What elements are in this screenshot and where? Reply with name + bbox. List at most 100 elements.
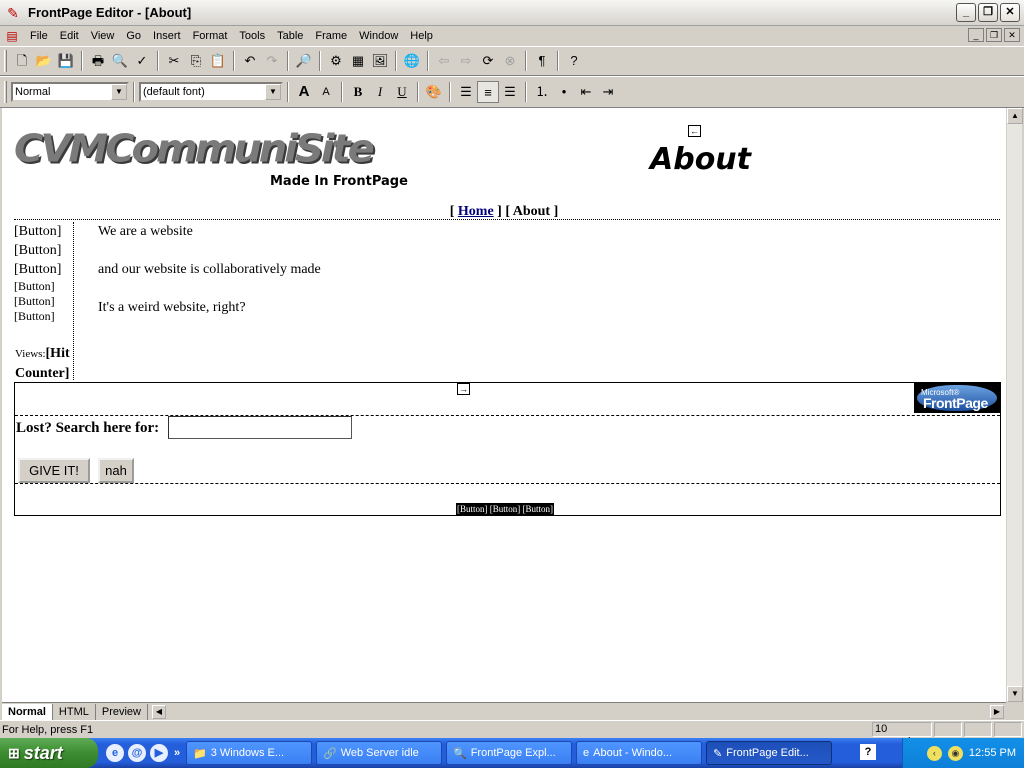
numbered-list-icon[interactable]: ⒈ — [531, 81, 553, 103]
chevron-down-icon[interactable]: ▼ — [265, 84, 281, 100]
refresh-icon[interactable]: ⟳ — [477, 50, 499, 72]
vertical-scrollbar[interactable]: ▲ ▼ — [1006, 108, 1023, 702]
print-icon[interactable]: 🖶 — [87, 50, 109, 72]
task-web-server[interactable]: 🔗 Web Server idle — [316, 741, 442, 765]
toolbar-grip[interactable] — [4, 50, 7, 72]
menu-view[interactable]: View — [85, 26, 121, 46]
nav-button-placeholder[interactable]: [Button] — [14, 260, 73, 279]
back-icon[interactable]: ⇦ — [433, 50, 455, 72]
close-button[interactable]: ✕ — [1000, 3, 1020, 22]
nav-link-home[interactable]: Home — [458, 204, 494, 219]
quick-launch: e @ ▶ » — [106, 744, 182, 762]
media-player-icon[interactable]: ▶ — [150, 744, 168, 762]
paragraph: and our website is collaboratively made — [98, 262, 321, 277]
copy-icon[interactable]: ⎘ — [185, 50, 207, 72]
chevron-down-icon[interactable]: ▼ — [111, 84, 127, 100]
new-icon[interactable]: 🗋 — [11, 50, 33, 72]
nav-button-placeholder[interactable]: [Button] — [14, 279, 73, 294]
align-center-icon[interactable]: ≡ — [477, 81, 499, 103]
nav-button-placeholder[interactable]: [Button] — [14, 294, 73, 309]
hyperlink-icon[interactable]: 🌐 — [401, 50, 423, 72]
underline-button[interactable]: U — [391, 81, 413, 103]
align-right-icon[interactable]: ☰ — [499, 81, 521, 103]
editor-canvas[interactable]: CVMCommuniSite Made In FrontPage ← About… — [2, 108, 1006, 702]
toolbar-grip[interactable] — [4, 81, 7, 103]
menu-file[interactable]: File — [24, 26, 54, 46]
print-preview-icon[interactable]: 🔍 — [109, 50, 131, 72]
start-button[interactable]: ⊞ start — [0, 738, 98, 768]
menu-go[interactable]: Go — [120, 26, 147, 46]
tab-html[interactable]: HTML — [53, 703, 96, 720]
bulleted-list-icon[interactable]: • — [553, 81, 575, 103]
forward-icon[interactable]: ⇨ — [455, 50, 477, 72]
tray-status-icon[interactable]: ◉ — [947, 745, 963, 761]
undo-icon[interactable]: ↶ — [239, 50, 261, 72]
tray-arrow-icon[interactable]: ‹ — [926, 745, 942, 761]
align-left-icon[interactable]: ☰ — [455, 81, 477, 103]
menu-table[interactable]: Table — [271, 26, 309, 46]
show-formatting-marks-icon[interactable]: ¶ — [531, 50, 553, 72]
nav-button-placeholder[interactable]: [Button] — [14, 241, 73, 260]
insert-webbot-icon[interactable]: ⚙ — [325, 50, 347, 72]
restore-button[interactable]: ❐ — [978, 3, 998, 22]
back-arrow-icon[interactable]: ← — [688, 125, 701, 137]
scroll-right-icon[interactable]: ▶ — [990, 705, 1004, 719]
style-dropdown[interactable]: Normal ▼ — [11, 82, 129, 102]
menu-insert[interactable]: Insert — [147, 26, 187, 46]
bold-button[interactable]: B — [347, 81, 369, 103]
italic-button[interactable]: I — [369, 81, 391, 103]
doc-close-button[interactable]: ✕ — [1004, 28, 1020, 42]
spelling-icon[interactable]: ✓ — [131, 50, 153, 72]
task-frontpage-editor[interactable]: ✎ FrontPage Edit... — [706, 741, 832, 765]
menu-window[interactable]: Window — [353, 26, 404, 46]
submit-button[interactable]: GIVE IT! — [18, 458, 90, 483]
frontpage-app-icon[interactable]: ✎ — [4, 4, 22, 22]
paste-icon[interactable]: 📋 — [207, 50, 229, 72]
download-time: 10 seconds — [872, 722, 932, 748]
stop-icon[interactable]: ⊗ — [499, 50, 521, 72]
scroll-left-icon[interactable]: ◀ — [151, 704, 166, 719]
scroll-down-icon[interactable]: ▼ — [1007, 686, 1023, 702]
nav-button-placeholder[interactable]: [Button] — [14, 222, 73, 241]
task-windows-explorer[interactable]: 📁 3 Windows E... — [186, 741, 312, 765]
quick-launch-chevron-icon[interactable]: » — [172, 744, 182, 762]
tab-preview[interactable]: Preview — [96, 703, 148, 720]
task-frontpage-explorer[interactable]: 🔍 FrontPage Expl... — [446, 741, 572, 765]
menu-help[interactable]: Help — [404, 26, 439, 46]
increase-indent-icon[interactable]: ⇥ — [597, 81, 619, 103]
menu-tools[interactable]: Tools — [233, 26, 271, 46]
minimize-button[interactable]: _ — [956, 3, 976, 22]
increase-font-icon[interactable]: A — [293, 81, 315, 103]
insert-image-icon[interactable]: 🖼 — [369, 50, 391, 72]
tab-normal[interactable]: Normal — [2, 703, 53, 720]
show-explorer-icon[interactable]: 🔎 — [293, 50, 315, 72]
internet-explorer-icon[interactable]: e — [106, 744, 124, 762]
font-dropdown[interactable]: (default font) ▼ — [139, 82, 283, 102]
redo-icon[interactable]: ↷ — [261, 50, 283, 72]
help-pointer-icon[interactable]: ? — [563, 50, 585, 72]
text-color-icon[interactable]: 🎨 — [423, 81, 445, 103]
save-icon[interactable]: 💾 — [55, 50, 77, 72]
open-icon[interactable]: 📂 — [33, 50, 55, 72]
decrease-font-icon[interactable]: A — [315, 81, 337, 103]
doc-restore-button[interactable]: ❐ — [986, 28, 1002, 42]
cut-icon[interactable]: ✂ — [163, 50, 185, 72]
nav-button-placeholder[interactable]: [Button] — [14, 309, 73, 324]
menu-frame[interactable]: Frame — [309, 26, 353, 46]
task-about-ie[interactable]: e About - Windo... — [576, 741, 702, 765]
search-input[interactable] — [168, 416, 352, 439]
outlook-express-icon[interactable]: @ — [128, 744, 146, 762]
help-icon[interactable]: ? — [860, 744, 876, 760]
frontpage-badge: Microsoft® FrontPage — [914, 383, 1000, 413]
menu-edit[interactable]: Edit — [54, 26, 85, 46]
reset-button[interactable]: nah — [98, 458, 134, 483]
bottom-nav-buttons[interactable]: [Button] [Button] [Button] — [456, 503, 554, 516]
decrease-indent-icon[interactable]: ⇤ — [575, 81, 597, 103]
insert-table-icon[interactable]: ▦ — [347, 50, 369, 72]
menu-format[interactable]: Format — [187, 26, 234, 46]
scroll-up-icon[interactable]: ▲ — [1007, 108, 1023, 124]
doc-minimize-button[interactable]: _ — [968, 28, 984, 42]
forward-arrow-icon[interactable]: → — [457, 383, 470, 395]
document-icon[interactable]: ▤ — [4, 28, 20, 44]
clock[interactable]: 12:55 PM — [969, 747, 1016, 759]
